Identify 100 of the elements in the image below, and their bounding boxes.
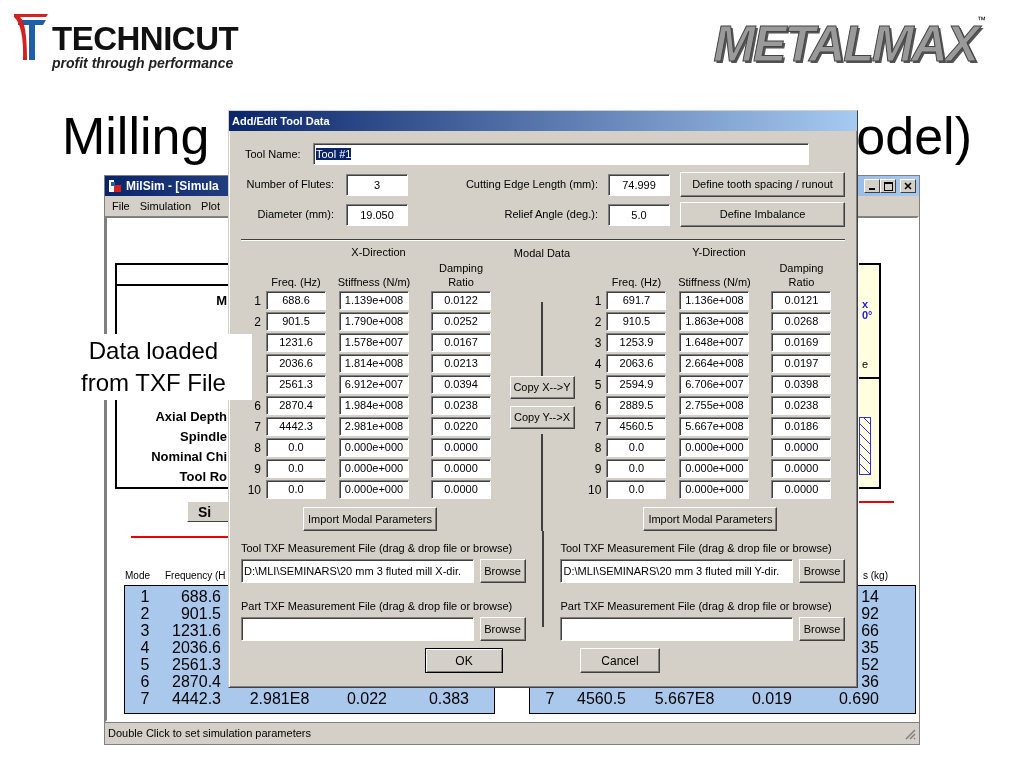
browse-button[interactable]: Browse (799, 559, 845, 583)
number-field[interactable]: 0.0 (266, 459, 326, 478)
number-field[interactable]: 19.050 (346, 203, 408, 226)
number-field[interactable]: 0.0122 (431, 291, 491, 310)
row-number: 4 (593, 356, 602, 373)
number-field[interactable]: 2594.9 (606, 375, 667, 394)
number-field[interactable]: 0.0 (606, 480, 667, 499)
number-field[interactable]: 0.0 (606, 438, 667, 457)
number-field[interactable]: 2.755e+008 (679, 396, 750, 415)
number-field[interactable]: 2561.3 (266, 375, 326, 394)
number-field[interactable]: 2063.6 (606, 354, 667, 373)
number-field[interactable]: 4442.3 (266, 417, 326, 436)
number-field[interactable]: 1253.9 (606, 333, 667, 352)
menu-item[interactable]: Plot (201, 197, 221, 215)
number-field[interactable]: 0.0 (266, 438, 326, 457)
number-field[interactable]: 0.0238 (771, 396, 832, 415)
import-button[interactable]: Import Modal Parameters (303, 507, 437, 531)
number-field[interactable]: 0.0268 (771, 312, 832, 331)
number-field[interactable]: 0.0000 (771, 438, 832, 457)
define-button[interactable]: Define tooth spacing / runout (680, 172, 845, 197)
table-cell-text: 2.981E8 (248, 690, 311, 707)
number-field[interactable]: 0.0000 (431, 438, 491, 457)
define-button[interactable]: Define Imbalance (680, 202, 845, 227)
ok-button[interactable]: OK (425, 648, 503, 673)
number-field[interactable]: 901.5 (266, 312, 326, 331)
number-field[interactable]: 5.0 (608, 203, 670, 226)
number-field[interactable]: 74.999 (608, 173, 670, 196)
number-field[interactable]: 0.000e+000 (679, 459, 750, 478)
cancel-button[interactable]: Cancel (580, 648, 660, 673)
browse-button[interactable]: Browse (479, 559, 526, 583)
number-field[interactable]: 3 (346, 173, 408, 196)
maximize-button[interactable] (880, 179, 896, 193)
file-path-field[interactable] (560, 617, 793, 641)
number-field[interactable]: 0.000e+000 (679, 438, 750, 457)
number-field[interactable]: 0.000e+000 (339, 459, 409, 478)
panel-label: Axial Depth (154, 408, 228, 426)
number-field[interactable]: 1.863e+008 (679, 312, 750, 331)
number-field[interactable]: 0.0238 (431, 396, 491, 415)
browse-button[interactable]: Browse (479, 617, 526, 641)
panel-label: Spindle (179, 428, 228, 446)
menu-item[interactable]: File (112, 197, 130, 215)
number-field[interactable]: 1.578e+007 (339, 333, 409, 352)
file-path-field[interactable]: D:\MLI\SEMINARS\20 mm 3 fluted mill Y-dir. (560, 559, 793, 583)
text-field[interactable]: Tool #1 (313, 143, 809, 165)
number-field[interactable]: 2.664e+008 (679, 354, 750, 373)
table-cell-text: 0.022 (345, 690, 388, 707)
number-field[interactable]: 0.0000 (771, 480, 832, 499)
browse-button[interactable]: Browse (799, 617, 845, 641)
number-field[interactable]: 0.000e+000 (339, 480, 409, 499)
number-field[interactable]: 4560.5 (606, 417, 667, 436)
resize-grip-icon[interactable] (904, 727, 916, 740)
field-label: Number of Flutes: (245, 177, 334, 193)
number-field[interactable]: 1.648e+007 (679, 333, 750, 352)
number-field[interactable]: 0.0121 (771, 291, 832, 310)
number-field[interactable]: 1.139e+008 (339, 291, 409, 310)
number-field[interactable]: 0.0398 (771, 375, 832, 394)
row-number: 10 (246, 482, 261, 499)
number-field[interactable]: 0.000e+000 (339, 438, 409, 457)
number-field[interactable]: 0.0197 (771, 354, 832, 373)
number-field[interactable]: 2889.5 (606, 396, 667, 415)
minimize-button[interactable] (864, 179, 880, 193)
number-field[interactable]: 1.814e+008 (339, 354, 409, 373)
number-field[interactable]: 0.0000 (431, 480, 491, 499)
number-field[interactable]: 691.7 (606, 291, 667, 310)
number-field[interactable]: 0.0 (606, 459, 667, 478)
field-label: Diameter (mm): (256, 207, 334, 223)
import-button[interactable]: Import Modal Parameters (643, 507, 778, 531)
number-field[interactable]: 0.0394 (431, 375, 491, 394)
number-field[interactable]: 0.0 (266, 480, 326, 499)
number-field[interactable]: 6.912e+007 (339, 375, 409, 394)
number-field[interactable]: 0.0252 (431, 312, 491, 331)
number-field[interactable]: 2.981e+008 (339, 417, 409, 436)
copy-button[interactable]: Copy Y-->X (509, 405, 575, 429)
number-field[interactable]: 2870.4 (266, 396, 326, 415)
file-path-field[interactable] (241, 617, 474, 641)
number-field[interactable]: 0.0167 (431, 333, 491, 352)
number-field[interactable]: 0.0000 (431, 459, 491, 478)
number-field[interactable]: 1.984e+008 (339, 396, 409, 415)
number-field[interactable]: 6.706e+007 (679, 375, 750, 394)
file-path-field[interactable]: D:\MLI\SEMINARS\20 mm 3 fluted mill X-dir. (241, 559, 474, 583)
number-field[interactable]: 0.0186 (771, 417, 832, 436)
number-field[interactable]: 0.000e+000 (679, 480, 750, 499)
number-field[interactable]: 1231.6 (266, 333, 326, 352)
number-field[interactable]: 1.790e+008 (339, 312, 409, 331)
number-field[interactable]: 0.0213 (431, 354, 491, 373)
number-field[interactable]: 0.0169 (771, 333, 832, 352)
number-field[interactable]: 1.136e+008 (679, 291, 750, 310)
copy-button[interactable]: Copy X-->Y (509, 375, 575, 399)
number-field[interactable]: 688.6 (266, 291, 326, 310)
simulate-button[interactable]: Si (187, 501, 229, 522)
number-field[interactable]: 0.0000 (771, 459, 832, 478)
field-label: Tool TXF Measurement File (drag & drop file or browse) (241, 541, 514, 555)
number-field[interactable]: 2036.6 (266, 354, 326, 373)
number-field[interactable]: 5.667e+008 (679, 417, 750, 436)
close-button[interactable] (900, 179, 916, 193)
number-field[interactable]: 0.0220 (431, 417, 491, 436)
table-cell: 92 (861, 605, 879, 622)
number-field[interactable]: 910.5 (606, 312, 667, 331)
menu-item[interactable]: Simulation (139, 197, 192, 215)
row-number: 9 (593, 461, 602, 478)
